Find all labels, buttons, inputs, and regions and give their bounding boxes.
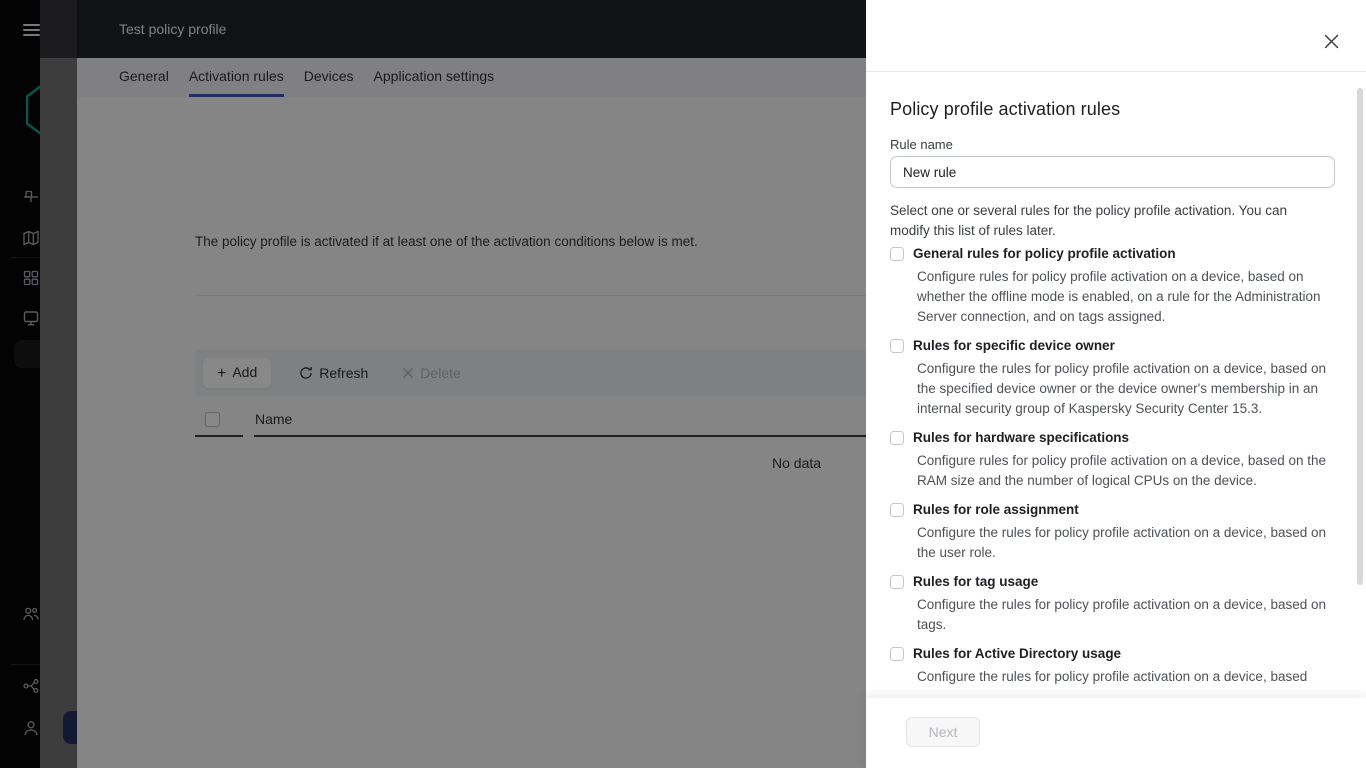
rule-active-directory-row[interactable]: Rules for Active Directory usage	[890, 644, 1335, 664]
activation-rules-drawer: Policy profile activation rules Rule nam…	[866, 0, 1366, 768]
drawer-intro-text: Select one or several rules for the poli…	[890, 203, 1287, 238]
rule-name-label: Rule name	[890, 137, 953, 152]
drawer-header	[866, 0, 1366, 72]
rule-device-owner-row[interactable]: Rules for specific device owner	[890, 336, 1335, 356]
list-item: Rules for tag usage Configure the rules …	[890, 572, 1335, 635]
drawer-scrollbar[interactable]	[1357, 88, 1363, 585]
rule-description: Configure the rules for policy profile a…	[917, 597, 1326, 632]
list-item: Rules for specific device owner Configur…	[890, 336, 1335, 419]
rule-tag-row[interactable]: Rules for tag usage	[890, 572, 1335, 592]
drawer-title: Policy profile activation rules	[890, 99, 1121, 119]
rule-description: Configure rules for policy profile activ…	[917, 269, 1321, 324]
rule-name-input[interactable]	[890, 156, 1335, 188]
list-item: General rules for policy profile activat…	[890, 244, 1335, 327]
list-item: Rules for Active Directory usage Configu…	[890, 644, 1335, 687]
rule-hardware-row[interactable]: Rules for hardware specifications	[890, 428, 1335, 448]
checkbox[interactable]	[890, 503, 904, 517]
screen: Test policy profile General Activation r…	[0, 0, 1366, 768]
checkbox[interactable]	[890, 339, 904, 353]
list-item: Rules for hardware specifications Config…	[890, 428, 1335, 491]
close-icon[interactable]	[1322, 33, 1340, 51]
checkbox[interactable]	[890, 431, 904, 445]
rule-role-row[interactable]: Rules for role assignment	[890, 500, 1335, 520]
checkbox[interactable]	[890, 575, 904, 589]
rule-description: Configure the rules for policy profile a…	[917, 361, 1326, 416]
rules-list: General rules for policy profile activat…	[890, 244, 1335, 687]
list-item: Rules for role assignment Configure the …	[890, 500, 1335, 563]
checkbox[interactable]	[890, 247, 904, 261]
rule-general-row[interactable]: General rules for policy profile activat…	[890, 244, 1335, 264]
rule-description: Configure the rules for policy profile a…	[917, 669, 1308, 684]
rule-description: Configure rules for policy profile activ…	[917, 453, 1326, 488]
drawer-body: Policy profile activation rules Rule nam…	[866, 73, 1366, 698]
next-button[interactable]: Next	[906, 717, 980, 747]
checkbox[interactable]	[890, 647, 904, 661]
rule-description: Configure the rules for policy profile a…	[917, 525, 1326, 560]
drawer-footer: Next	[866, 698, 1366, 768]
